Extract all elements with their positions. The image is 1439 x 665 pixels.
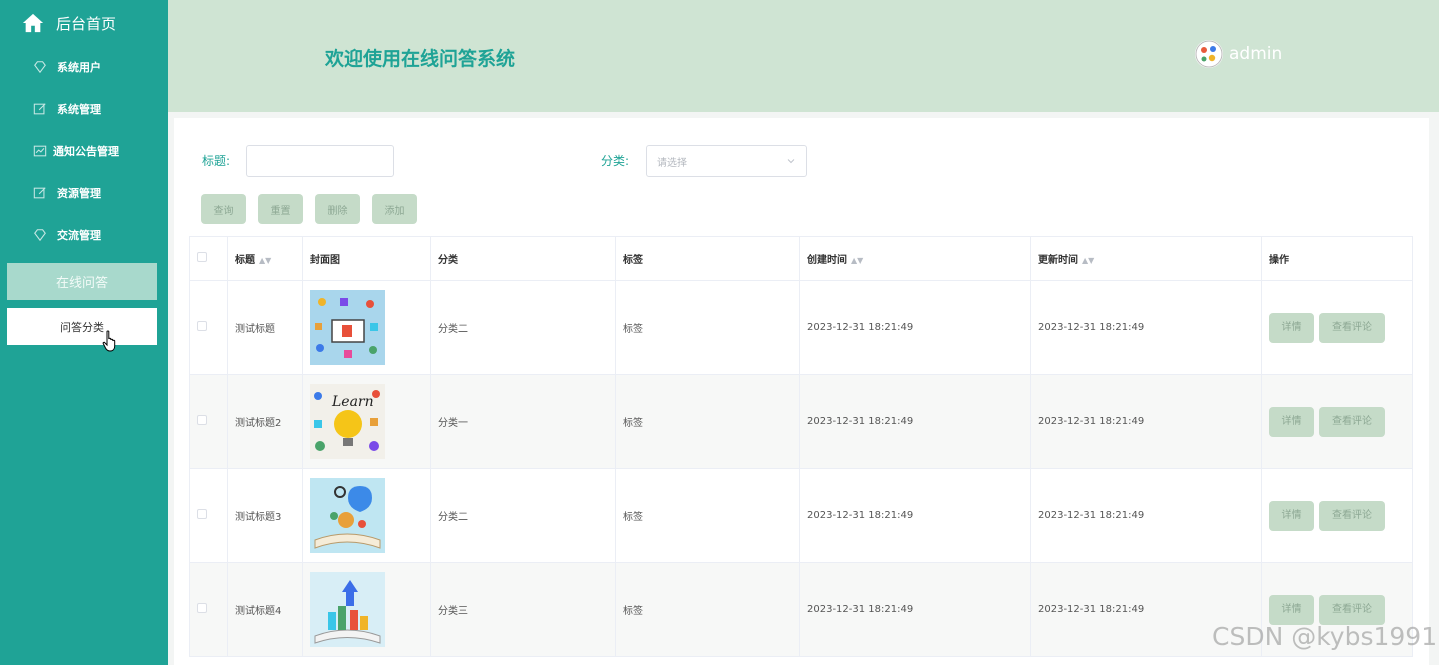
- username: admin: [1229, 44, 1283, 64]
- cell-category: 分类一: [430, 374, 616, 469]
- column-header-updated[interactable]: 更新时间 ▲▼: [1030, 236, 1262, 281]
- cell-tag: 标签: [615, 562, 800, 657]
- detail-button[interactable]: 详情: [1269, 594, 1314, 625]
- home-icon: [22, 13, 44, 33]
- query-button[interactable]: 查询: [201, 194, 246, 224]
- sort-icon[interactable]: ▲▼: [851, 256, 863, 265]
- sidebar-group-online-qa[interactable]: 在线问答: [7, 263, 157, 300]
- detail-button[interactable]: 详情: [1269, 312, 1314, 343]
- chart-icon: [33, 145, 47, 157]
- sidebar-item-notice-management[interactable]: 通知公告管理: [0, 136, 168, 166]
- column-header-title[interactable]: 标题 ▲▼: [227, 236, 303, 281]
- page-title: 欢迎使用在线问答系统: [325, 48, 516, 70]
- view-comments-button[interactable]: 查看评论: [1319, 406, 1385, 437]
- sidebar-item-system-management[interactable]: 系统管理: [0, 94, 168, 124]
- table-row: 测试标题3 分类二 标签 2023-12-31 18:21:49 2023-12…: [189, 468, 1413, 563]
- svg-text:Learn: Learn: [331, 394, 374, 410]
- cell-title: 测试标题: [227, 280, 303, 375]
- cell-category: 分类二: [430, 468, 616, 563]
- detail-button[interactable]: 详情: [1269, 406, 1314, 437]
- column-header-cover: 封面图: [302, 236, 431, 281]
- cell-actions: 详情 查看评论: [1261, 468, 1413, 563]
- cell-tag: 标签: [615, 468, 800, 563]
- row-checkbox[interactable]: [197, 509, 207, 519]
- cover-image: [310, 572, 385, 647]
- cell-cover: [302, 562, 431, 657]
- sidebar-item-label: 交流管理: [57, 229, 101, 242]
- cell-title: 测试标题3: [227, 468, 303, 563]
- delete-button[interactable]: 删除: [315, 194, 360, 224]
- select-all-cell: [189, 236, 228, 281]
- sidebar-item-label: 资源管理: [57, 187, 101, 200]
- detail-button[interactable]: 详情: [1269, 500, 1314, 531]
- view-comments-button[interactable]: 查看评论: [1319, 594, 1385, 625]
- cover-image: [310, 478, 385, 553]
- select-all-checkbox[interactable]: [197, 252, 207, 262]
- row-checkbox[interactable]: [197, 415, 207, 425]
- sidebar-item-label: 通知公告管理: [53, 145, 119, 158]
- cell-cover: Learn: [302, 374, 431, 469]
- view-comments-button[interactable]: 查看评论: [1319, 312, 1385, 343]
- main-panel: 标题: 分类: 请选择 查询 重置 删除 添加 标题 ▲▼ 封面图 分类 标签 创…: [174, 118, 1429, 665]
- sidebar-subitem-qa-category[interactable]: 问答分类: [7, 308, 157, 345]
- cell-updated: 2023-12-31 18:21:49: [1030, 468, 1262, 563]
- avatar: [1195, 40, 1223, 68]
- column-header-created[interactable]: 创建时间 ▲▼: [799, 236, 1031, 281]
- cell-cover: [302, 468, 431, 563]
- table-row: 测试标题2 Learn 分类一 标签 2023-12-31 18:21:49 2…: [189, 374, 1413, 469]
- cell-title: 测试标题4: [227, 562, 303, 657]
- cell-created: 2023-12-31 18:21:49: [799, 468, 1031, 563]
- sidebar-item-system-users[interactable]: 系统用户: [0, 52, 168, 82]
- title-filter-input[interactable]: [246, 145, 394, 177]
- cell-category: 分类三: [430, 562, 616, 657]
- cell-updated: 2023-12-31 18:21:49: [1030, 280, 1262, 375]
- header: 欢迎使用在线问答系统 admin: [168, 0, 1439, 112]
- category-select[interactable]: 请选择: [646, 145, 807, 177]
- cell-actions: 详情 查看评论: [1261, 374, 1413, 469]
- edit-icon: [33, 103, 46, 115]
- title-filter-label: 标题:: [202, 154, 231, 168]
- diamond-icon: [34, 229, 46, 242]
- cell-created: 2023-12-31 18:21:49: [799, 374, 1031, 469]
- user-menu[interactable]: admin: [1195, 40, 1282, 68]
- sidebar-item-resource-management[interactable]: 资源管理: [0, 178, 168, 208]
- column-header-category: 分类: [430, 236, 616, 281]
- column-header-actions: 操作: [1261, 236, 1413, 281]
- category-select-placeholder: 请选择: [657, 157, 687, 169]
- sidebar-item-home[interactable]: 后台首页: [22, 10, 116, 36]
- table-header-row: 标题 ▲▼ 封面图 分类 标签 创建时间 ▲▼ 更新时间 ▲▼ 操作: [189, 236, 1413, 281]
- cover-image: [310, 290, 385, 365]
- watermark: CSDN @kybs1991: [1212, 622, 1438, 651]
- cell-updated: 2023-12-31 18:21:49: [1030, 374, 1262, 469]
- row-checkbox[interactable]: [197, 321, 207, 331]
- add-button[interactable]: 添加: [372, 194, 417, 224]
- data-table: 标题▲▼ 封面图 分类 标签 创建时间▲▼ 更新时间▲▼ 操作 测试标题: [189, 236, 1413, 657]
- cover-image: Learn: [310, 384, 385, 459]
- cell-title: 测试标题2: [227, 374, 303, 469]
- cell-cover: [302, 280, 431, 375]
- sort-icon[interactable]: ▲▼: [1082, 256, 1094, 265]
- cell-tag: 标签: [615, 280, 800, 375]
- sidebar-home-label: 后台首页: [56, 14, 117, 33]
- category-filter-label: 分类:: [601, 154, 630, 168]
- sidebar-item-label: 系统管理: [57, 103, 101, 116]
- cell-created: 2023-12-31 18:21:49: [799, 280, 1031, 375]
- column-header-tag: 标签: [615, 236, 800, 281]
- row-checkbox[interactable]: [197, 603, 207, 613]
- table-row: 测试标题 分类二 标签 2023-12-31 18:21:49 2023-12-…: [189, 280, 1413, 375]
- cell-category: 分类二: [430, 280, 616, 375]
- sidebar: 后台首页 系统用户 系统管理 通知公告管理 资源管理 交流管理 在线问答 问答分…: [0, 0, 168, 665]
- cell-tag: 标签: [615, 374, 800, 469]
- sidebar-item-communication-management[interactable]: 交流管理: [0, 220, 168, 250]
- diamond-icon: [34, 61, 46, 74]
- sort-icon[interactable]: ▲▼: [259, 256, 271, 265]
- cell-created: 2023-12-31 18:21:49: [799, 562, 1031, 657]
- hand-cursor-icon: [102, 330, 116, 352]
- edit-icon: [33, 187, 46, 199]
- cell-actions: 详情 查看评论: [1261, 280, 1413, 375]
- sidebar-item-label: 系统用户: [57, 61, 101, 74]
- chevron-down-icon: [787, 159, 795, 164]
- view-comments-button[interactable]: 查看评论: [1319, 500, 1385, 531]
- reset-button[interactable]: 重置: [258, 194, 303, 224]
